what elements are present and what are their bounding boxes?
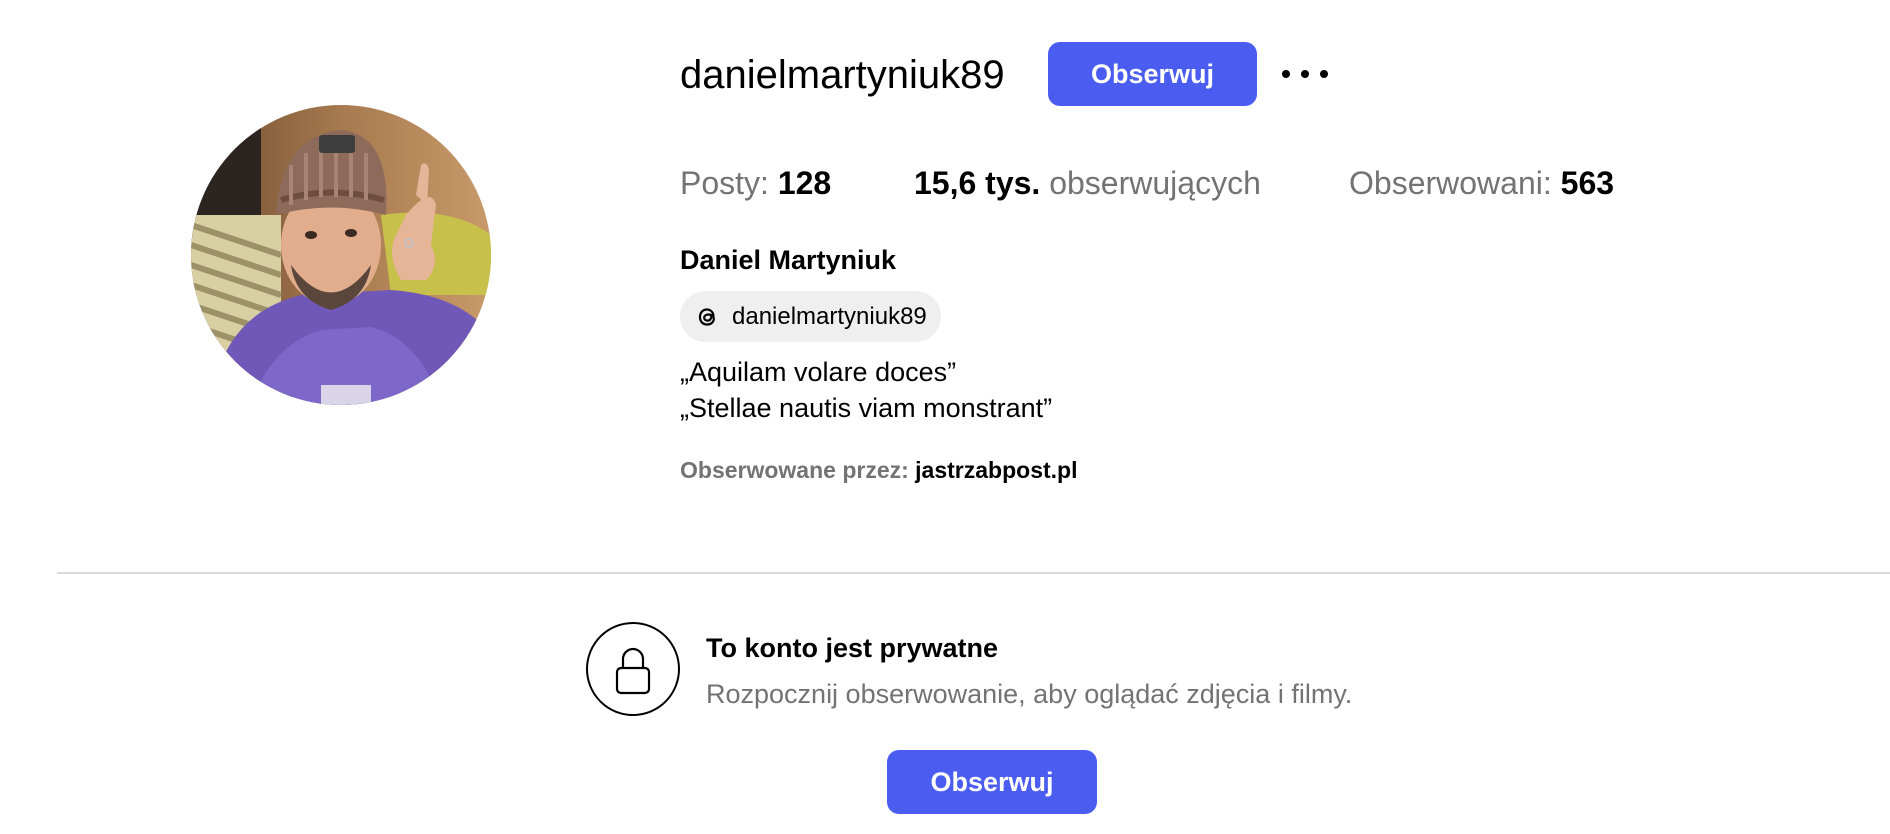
stat-posts-label: Posty: bbox=[680, 165, 769, 201]
follow-button[interactable]: Obserwuj bbox=[1048, 42, 1257, 106]
bio-line: „Aquilam volare doces” bbox=[680, 357, 957, 387]
threads-icon bbox=[698, 307, 715, 326]
private-subtitle: Rozpocznij obserwowanie, aby oglądać zdj… bbox=[706, 679, 1353, 709]
stat-following[interactable]: Obserwowani: 563 bbox=[1349, 163, 1614, 203]
stat-posts: Posty: 128 bbox=[680, 163, 831, 203]
section-divider bbox=[57, 572, 1890, 574]
profile-bio: „Aquilam volare doces” „Stellae nautis v… bbox=[680, 354, 1052, 426]
stat-following-value: 563 bbox=[1560, 165, 1615, 201]
more-dot bbox=[1301, 70, 1309, 78]
stat-followers[interactable]: 15,6 tys. obserwujących bbox=[914, 163, 1261, 203]
profile-avatar[interactable] bbox=[191, 105, 491, 405]
stat-posts-value: 128 bbox=[777, 165, 832, 201]
bio-line: „Stellae nautis viam monstrant” bbox=[680, 393, 1053, 423]
followed-by-label: Obserwowane przez: bbox=[680, 457, 909, 483]
profile-username: danielmartyniuk89 bbox=[680, 53, 1005, 97]
threads-link[interactable]: danielmartyniuk89 bbox=[680, 291, 941, 342]
more-dot bbox=[1320, 70, 1328, 78]
more-dot bbox=[1282, 70, 1290, 78]
stat-followers-label: obserwujących bbox=[1049, 165, 1261, 201]
profile-page: danielmartyniuk89 Obserwuj Posty: 128 15… bbox=[0, 0, 1890, 834]
followed-by[interactable]: Obserwowane przez: jastrzabpost.pl bbox=[680, 455, 1077, 485]
more-options-icon[interactable] bbox=[1282, 54, 1328, 94]
follow-button-private[interactable]: Obserwuj bbox=[887, 750, 1097, 814]
stat-followers-value: 15,6 tys. bbox=[914, 165, 1041, 201]
private-title: To konto jest prywatne bbox=[706, 633, 999, 663]
profile-full-name: Daniel Martyniuk bbox=[680, 245, 897, 275]
lock-icon bbox=[586, 622, 680, 716]
stat-following-label: Obserwowani: bbox=[1349, 165, 1552, 201]
threads-handle: danielmartyniuk89 bbox=[732, 302, 927, 330]
followed-by-account[interactable]: jastrzabpost.pl bbox=[915, 457, 1077, 483]
